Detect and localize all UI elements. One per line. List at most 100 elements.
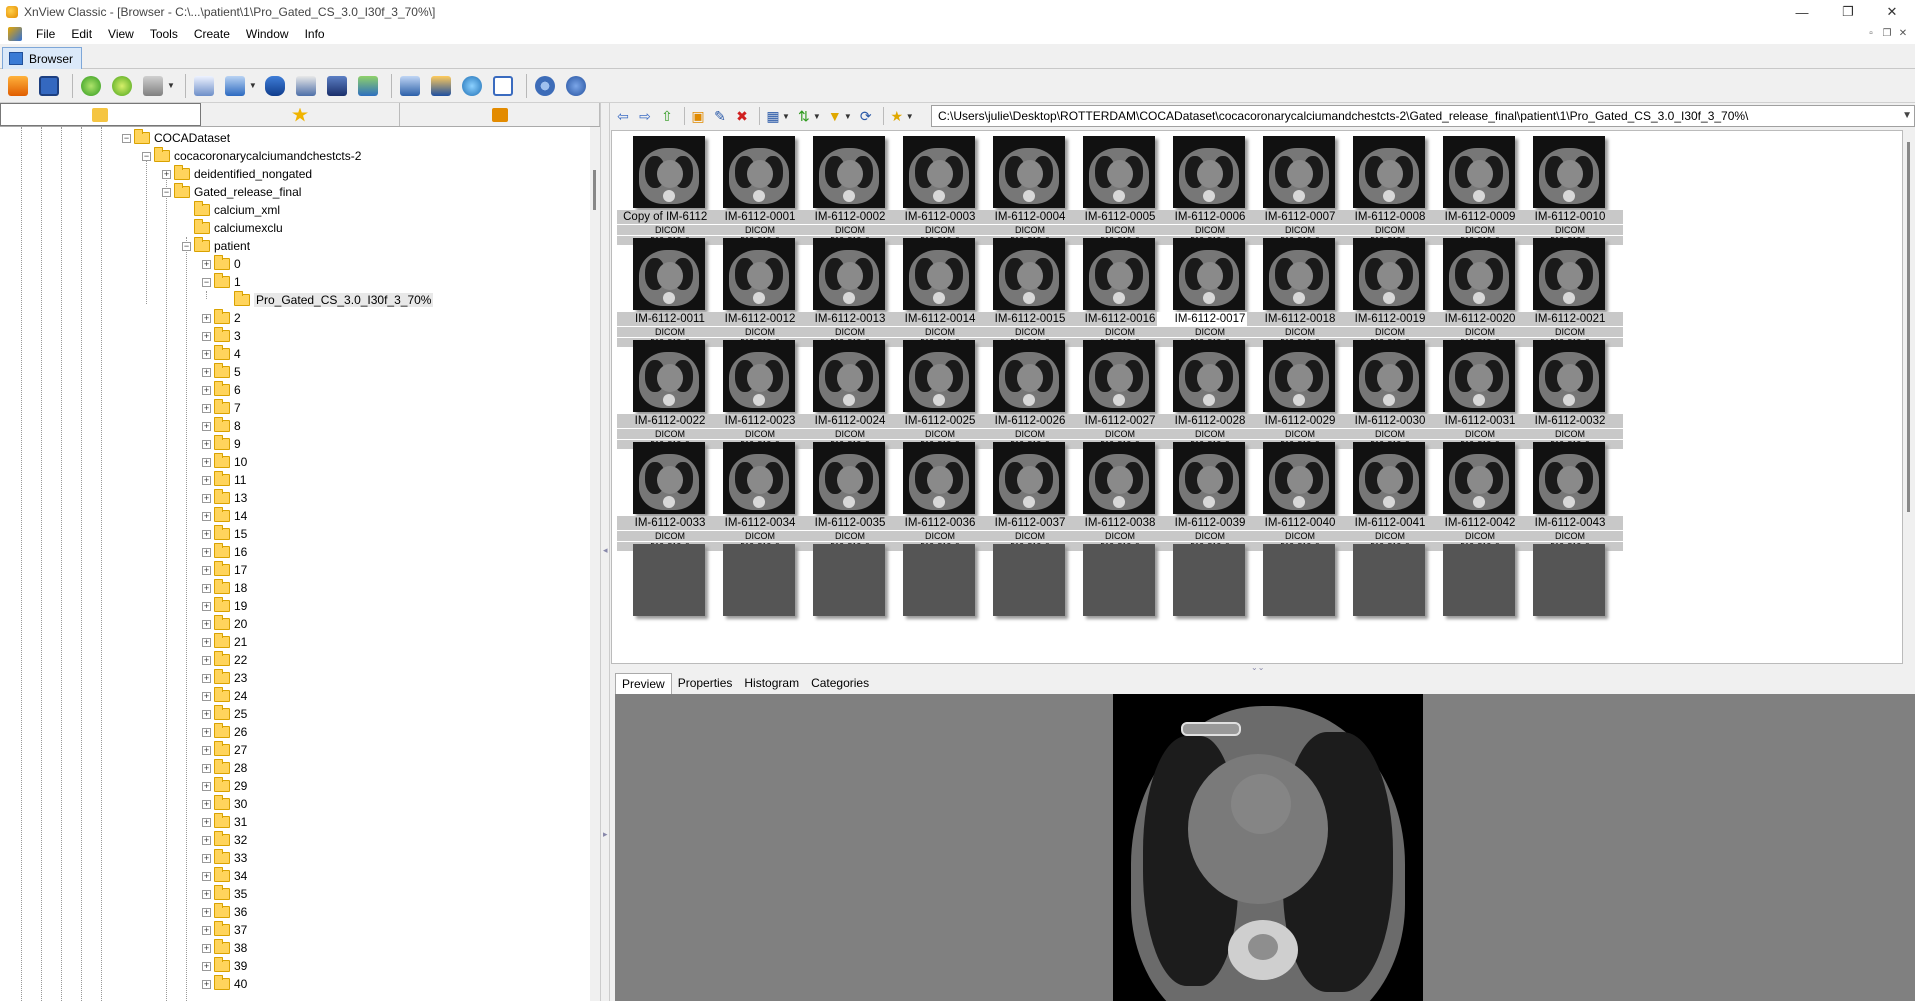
- tree-item-patient[interactable]: − patient: [182, 237, 250, 255]
- delete-icon[interactable]: ✖: [733, 107, 751, 125]
- up-folder-icon[interactable]: ⇧: [658, 107, 676, 125]
- tree-item-patient-folder[interactable]: +37: [202, 921, 247, 939]
- expand-icon[interactable]: +: [202, 601, 211, 611]
- tree-item-patient-folder[interactable]: +5: [202, 363, 241, 381]
- expand-icon[interactable]: +: [202, 403, 211, 413]
- thumbnail-item[interactable]: IM-6112-0010DICOM512x512x8: [1517, 131, 1623, 246]
- tree-item-patient-folder[interactable]: +19: [202, 597, 247, 615]
- thumbnail-item[interactable]: IM-6112-0021DICOM512x512x8: [1517, 233, 1623, 348]
- minimize-icon[interactable]: —: [1779, 0, 1825, 24]
- expand-icon[interactable]: +: [202, 907, 211, 917]
- tree-item-patient-folder[interactable]: +7: [202, 399, 241, 417]
- expand-icon[interactable]: +: [202, 331, 211, 341]
- tree-item-patient-folder[interactable]: +29: [202, 777, 247, 795]
- tree-item-patient-folder[interactable]: +23: [202, 669, 247, 687]
- tree-item-deidentified[interactable]: + deidentified_nongated: [162, 165, 312, 183]
- image-dropdown-icon[interactable]: ▼: [167, 81, 175, 90]
- mdi-restore-icon[interactable]: ▫: [1863, 26, 1879, 42]
- menu-window[interactable]: Window: [238, 27, 297, 41]
- sort-dropdown-icon[interactable]: ▼: [813, 112, 821, 121]
- tree-item-patient-folder[interactable]: +16: [202, 543, 247, 561]
- menu-view[interactable]: View: [100, 27, 142, 41]
- expand-icon[interactable]: +: [202, 619, 211, 629]
- menu-info[interactable]: Info: [297, 27, 333, 41]
- maximize-icon[interactable]: ❐: [1825, 0, 1871, 24]
- tree-item-patient-folder[interactable]: +33: [202, 849, 247, 867]
- expand-icon[interactable]: +: [202, 421, 211, 431]
- expand-icon[interactable]: +: [202, 493, 211, 503]
- expand-icon[interactable]: +: [202, 781, 211, 791]
- expand-icon[interactable]: +: [202, 367, 211, 377]
- expand-icon[interactable]: +: [202, 385, 211, 395]
- tree-item-patient-folder[interactable]: +8: [202, 417, 241, 435]
- tree-item-patient-folder[interactable]: +35: [202, 885, 247, 903]
- tree-item-patient-0[interactable]: +0: [202, 255, 241, 273]
- expand-icon[interactable]: +: [202, 655, 211, 665]
- tree-item-cocacoronary[interactable]: − cocacoronarycalciumandchestcts-2: [142, 147, 361, 165]
- expand-icon[interactable]: +: [202, 709, 211, 719]
- expand-icon[interactable]: +: [202, 817, 211, 827]
- collapse-bottom-icon[interactable]: ▸: [603, 829, 608, 843]
- thumbnail-item[interactable]: IM-6112-0032DICOM512x512x8: [1517, 335, 1623, 450]
- scrollbar-thumb[interactable]: [593, 170, 596, 210]
- expand-icon[interactable]: +: [202, 961, 211, 971]
- copy-to-dropdown-icon[interactable]: ▼: [249, 81, 257, 90]
- view-mode-dropdown-icon[interactable]: ▼: [782, 112, 790, 121]
- tree-item-patient-folder[interactable]: +39: [202, 957, 247, 975]
- tree-item-patient-folder[interactable]: +34: [202, 867, 247, 885]
- expand-icon[interactable]: +: [202, 835, 211, 845]
- view-mode-icon[interactable]: ▦: [764, 107, 782, 125]
- expand-icon[interactable]: +: [202, 313, 211, 323]
- copy-to-button[interactable]: [222, 73, 248, 99]
- tab-histogram[interactable]: Histogram: [738, 673, 805, 694]
- tree-item-patient-folder[interactable]: +17: [202, 561, 247, 579]
- tree-item-patient-folder[interactable]: +2: [202, 309, 241, 327]
- expand-icon[interactable]: +: [202, 673, 211, 683]
- tree-item-patient-folder[interactable]: +38: [202, 939, 247, 957]
- mdi-maximize-icon[interactable]: ❐: [1879, 26, 1895, 42]
- tree-item-patient-folder[interactable]: +27: [202, 741, 247, 759]
- expand-icon[interactable]: +: [202, 943, 211, 953]
- collapse-left-icon[interactable]: ◂: [603, 545, 608, 559]
- tree-item-patient-folder[interactable]: +26: [202, 723, 247, 741]
- collapse-icon[interactable]: −: [182, 241, 191, 251]
- refresh-folder-icon[interactable]: ⟳: [857, 107, 875, 125]
- print-button[interactable]: [293, 73, 319, 99]
- tree-item-patient-folder[interactable]: +36: [202, 903, 247, 921]
- fullscreen-button[interactable]: [36, 73, 62, 99]
- expand-icon[interactable]: +: [202, 529, 211, 539]
- sort-icon[interactable]: ⇅: [795, 107, 813, 125]
- collapse-icon[interactable]: −: [162, 187, 171, 197]
- collapse-icon[interactable]: −: [122, 133, 131, 143]
- expand-icon[interactable]: +: [202, 763, 211, 773]
- expand-icon[interactable]: +: [202, 439, 211, 449]
- tree-item-patient-folder[interactable]: +6: [202, 381, 241, 399]
- expand-icon[interactable]: +: [202, 799, 211, 809]
- menu-tools[interactable]: Tools: [142, 27, 186, 41]
- tree-item-patient-folder[interactable]: +24: [202, 687, 247, 705]
- expand-icon[interactable]: +: [202, 349, 211, 359]
- info-button[interactable]: [563, 73, 589, 99]
- collapse-icon[interactable]: −: [142, 151, 151, 161]
- filter-icon[interactable]: ▼: [826, 107, 844, 125]
- expand-icon[interactable]: +: [202, 547, 211, 557]
- sync-button[interactable]: [109, 73, 135, 99]
- menu-edit[interactable]: Edit: [63, 27, 100, 41]
- tree-item-cocadataset[interactable]: − COCADataset: [122, 129, 230, 147]
- expand-icon[interactable]: +: [162, 169, 171, 179]
- back-icon[interactable]: ⇦: [614, 107, 632, 125]
- scrollbar-thumb[interactable]: [1907, 142, 1910, 512]
- mdi-close-icon[interactable]: ✕: [1895, 26, 1911, 42]
- menu-file[interactable]: File: [28, 27, 63, 41]
- tree-item-patient-folder[interactable]: +10: [202, 453, 247, 471]
- tree-item-patient-folder[interactable]: +4: [202, 345, 241, 363]
- tab-categories[interactable]: [400, 103, 601, 126]
- convert-button[interactable]: [191, 73, 217, 99]
- new-folder-icon[interactable]: ▣: [689, 107, 707, 125]
- tree-item-calcium-xml[interactable]: calcium_xml: [194, 201, 280, 219]
- tree-item-patient-folder[interactable]: +32: [202, 831, 247, 849]
- expand-icon[interactable]: +: [202, 583, 211, 593]
- scan-button[interactable]: [324, 73, 350, 99]
- tree-item-selected-folder[interactable]: Pro_Gated_CS_3.0_I30f_3_70%: [234, 291, 434, 309]
- tree-scrollbar[interactable]: [590, 127, 600, 1001]
